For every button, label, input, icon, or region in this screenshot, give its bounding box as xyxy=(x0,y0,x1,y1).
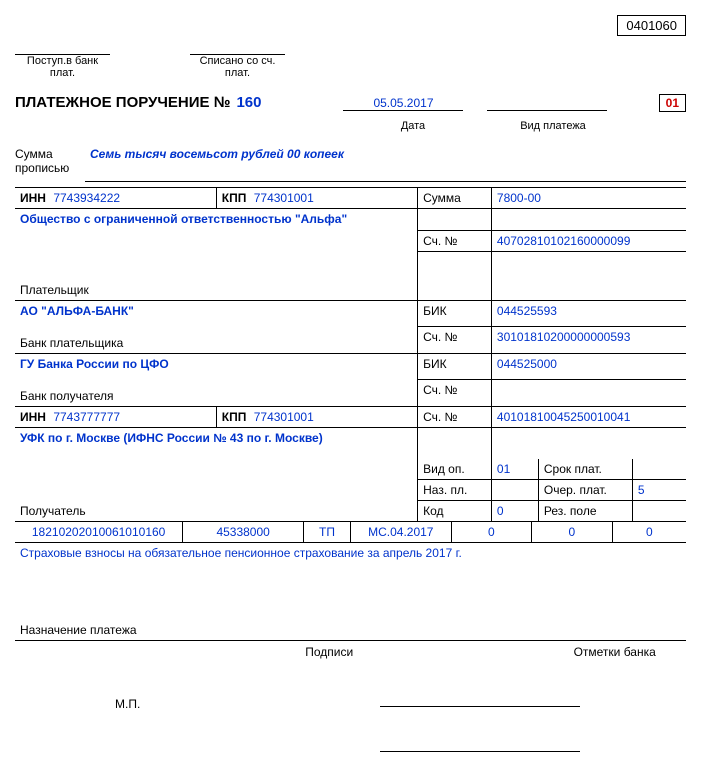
oktmo-cell: 45338000 xyxy=(183,522,304,543)
payer-bank-account-label: Сч. № xyxy=(418,327,492,354)
received-label: Поступ.в банк плат. xyxy=(15,55,110,79)
codes-row-table: 18210202010061010160 45338000 ТП МС.04.2… xyxy=(15,522,686,543)
payment-type-field xyxy=(487,96,607,111)
recipient-account-value: 40101810045250010041 xyxy=(491,406,686,427)
payer-account-label: Сч. № xyxy=(418,231,492,252)
type-cell: 0 xyxy=(612,522,686,543)
basis-cell: ТП xyxy=(304,522,351,543)
purpose-text: Страховые взносы на обязательное пенсион… xyxy=(15,543,686,620)
reserve-value xyxy=(632,501,686,522)
recipient-bank-account-value xyxy=(491,380,686,407)
document-date: 05.05.2017 xyxy=(343,96,463,111)
date-label: Дата xyxy=(353,120,473,132)
payer-bank-account-value: 30101810200000000593 xyxy=(491,327,686,354)
ops-table: Получатель Вид оп. 01 Срок плат. Наз. пл… xyxy=(15,459,686,522)
sum-value-cell: 7800-00 xyxy=(491,188,686,209)
code-value: 0 xyxy=(491,501,538,522)
amount-words-value: Семь тысяч восемьсот рублей 00 копеек xyxy=(85,147,686,182)
payment-type-label: Вид платежа xyxy=(493,120,613,132)
docnum-cell: 0 xyxy=(451,522,532,543)
signature-line-1 xyxy=(380,687,580,707)
recipient-kpp-cell: КПП 774301001 xyxy=(216,406,417,427)
code-label: Код xyxy=(418,501,492,522)
payer-bank-bik-value: 044525593 xyxy=(491,300,686,327)
recipient-bank-bik-label: БИК xyxy=(418,353,492,380)
recipient-bank-cell: ГУ Банка России по ЦФО Банк получателя xyxy=(15,353,418,406)
kbk-cell: 18210202010061010160 xyxy=(15,522,183,543)
bank-marks-label: Отметки банка xyxy=(574,645,656,659)
purpose-label: Назначение платежа xyxy=(15,620,686,641)
payer-name-cell: Общество с ограниченной ответственностью… xyxy=(15,209,418,252)
recipient-inn-cell: ИНН 7743777777 xyxy=(15,406,216,427)
term-value xyxy=(632,459,686,480)
mp-label: М.П. xyxy=(115,697,140,752)
reserve-label: Рез. поле xyxy=(538,501,632,522)
priority-value: 5 xyxy=(632,480,686,501)
docdate-cell: 0 xyxy=(532,522,613,543)
written-off-field xyxy=(190,41,285,55)
signature-line-2 xyxy=(380,732,580,752)
payer-bank-cell: АО "АЛЬФА-БАНК" Банк плательщика xyxy=(15,300,418,353)
recipient-name-cell: УФК по г. Москве (ИФНС России № 43 по г.… xyxy=(15,427,418,459)
signatures-label: Подписи xyxy=(305,645,353,659)
recipient-label-cell: Получатель xyxy=(15,459,418,522)
recipient-bank-bik-value: 044525000 xyxy=(491,353,686,380)
payer-bank-bik-label: БИК xyxy=(418,300,492,327)
written-off-label: Списано со сч. плат. xyxy=(190,55,285,79)
purpose-code-value xyxy=(491,480,538,501)
payer-inn-cell: ИНН 7743934222 xyxy=(15,188,216,209)
payer-kpp-cell: КПП 774301001 xyxy=(216,188,417,209)
op-type-value: 01 xyxy=(491,459,538,480)
amount-words-label: Сумма прописью xyxy=(15,147,85,175)
recipient-bank-account-label: Сч. № xyxy=(418,380,492,407)
term-label: Срок плат. xyxy=(538,459,632,480)
payer-label-cell: Плательщик xyxy=(15,252,418,301)
document-title: ПЛАТЕЖНОЕ ПОРУЧЕНИЕ № xyxy=(15,94,230,111)
priority-label: Очер. плат. xyxy=(538,480,632,501)
sum-label-cell: Сумма xyxy=(418,188,492,209)
form-code: 0401060 xyxy=(617,15,686,36)
document-number: 160 xyxy=(236,94,261,111)
recipient-account-label: Сч. № xyxy=(418,406,492,427)
main-table: ИНН 7743934222 КПП 774301001 Сумма 7800-… xyxy=(15,187,686,459)
purpose-code-label: Наз. пл. xyxy=(418,480,492,501)
payer-account-value: 40702810102160000099 xyxy=(491,231,686,252)
status-code: 01 xyxy=(659,94,686,112)
period-cell: МС.04.2017 xyxy=(350,522,451,543)
received-field xyxy=(15,41,110,55)
op-type-label: Вид оп. xyxy=(418,459,492,480)
